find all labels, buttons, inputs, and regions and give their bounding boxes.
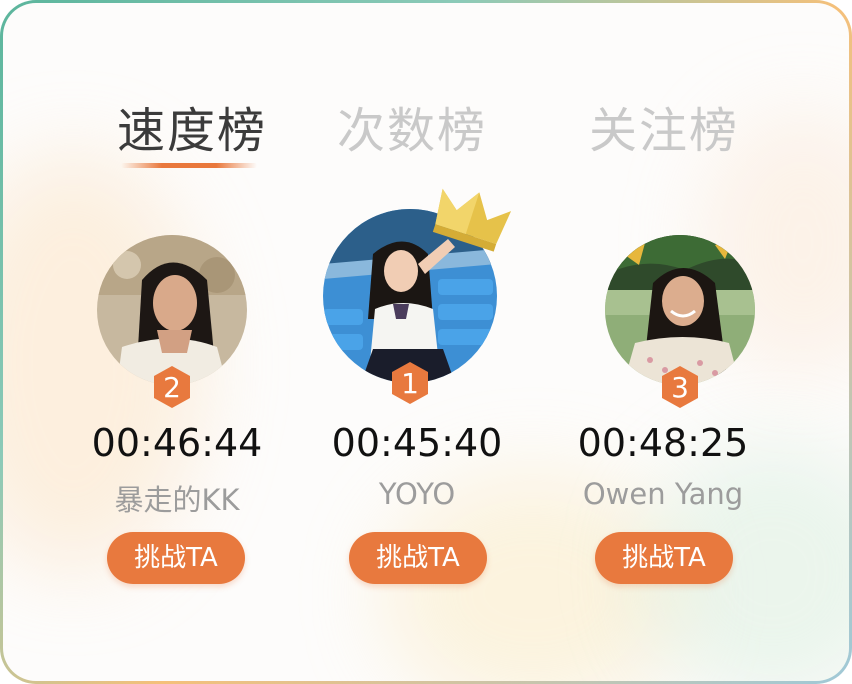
finish-time: 00:45:40 <box>331 421 503 465</box>
challenge-button[interactable]: 挑战TA <box>349 532 487 584</box>
rank-number: 2 <box>163 371 181 404</box>
challenge-button[interactable]: 挑战TA <box>595 532 733 584</box>
avatar[interactable] <box>97 235 247 385</box>
user-name[interactable]: 暴走的KK <box>57 477 297 519</box>
finish-time: 00:46:44 <box>91 421 263 465</box>
user-name[interactable]: Owen Yang <box>543 477 783 511</box>
crown-icon <box>432 188 511 252</box>
rank-badge: 1 <box>390 361 430 405</box>
challenge-button[interactable]: 挑战TA <box>107 532 245 584</box>
rank-badge: 3 <box>660 365 700 409</box>
leaderboard-entry-rank-2: 2 00:46:44 暴走的KK 挑战TA <box>51 3 291 681</box>
finish-time: 00:48:25 <box>577 421 749 465</box>
leaderboard-card: 速度榜 次数榜 关注榜 2 00:46:44 暴走的KK 挑战TA 1 00:4… <box>0 0 852 684</box>
user-name[interactable]: YOYO <box>297 477 537 511</box>
rank-badge: 2 <box>152 365 192 409</box>
leaderboard-entry-rank-3: 3 00:48:25 Owen Yang 挑战TA <box>537 3 777 681</box>
rank-number: 1 <box>401 367 419 400</box>
rank-number: 3 <box>671 371 689 404</box>
avatar[interactable] <box>605 235 755 385</box>
leaderboard-entry-rank-1: 1 00:45:40 YOYO 挑战TA <box>291 3 531 681</box>
